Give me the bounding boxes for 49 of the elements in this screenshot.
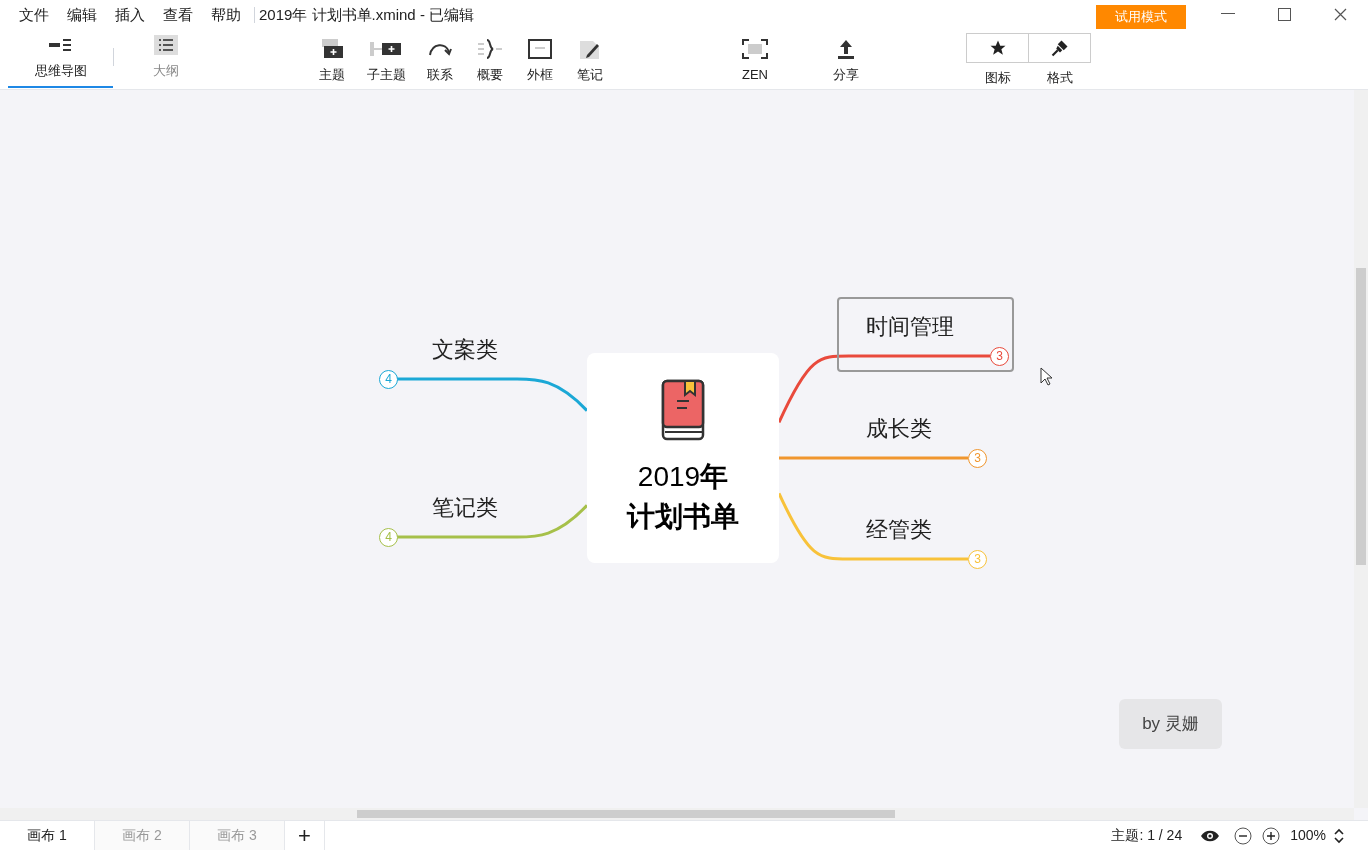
toolbar-button[interactable]: 主题 bbox=[314, 34, 350, 84]
zoom-in-icon[interactable] bbox=[1262, 826, 1281, 845]
format-panel-button[interactable] bbox=[1028, 33, 1091, 63]
topic-label[interactable]: 文案类 bbox=[432, 333, 498, 366]
eye-icon[interactable] bbox=[1200, 828, 1221, 843]
zoom-level[interactable]: 100% bbox=[1290, 825, 1326, 846]
up-down-arrows-icon[interactable] bbox=[1334, 827, 1344, 844]
add-sheet-button[interactable]: + bbox=[285, 820, 325, 850]
menu-item[interactable]: 文件 bbox=[10, 3, 58, 27]
list-icon bbox=[153, 35, 178, 56]
central-topic[interactable]: 2019年 计划书单 bbox=[587, 353, 779, 563]
brace-icon bbox=[477, 37, 503, 60]
toolbar-button[interactable]: 联系 bbox=[422, 34, 458, 84]
collapse-count-badge[interactable]: 3 bbox=[990, 347, 1009, 366]
menu-item[interactable]: 查看 bbox=[154, 3, 202, 27]
zoom-out-icon[interactable] bbox=[1234, 826, 1253, 845]
menu-item[interactable]: 编辑 bbox=[58, 3, 106, 27]
topic-count: 主题: 1 / 24 bbox=[1111, 826, 1183, 845]
frame-icon bbox=[527, 37, 553, 60]
topic-label[interactable]: 经管类 bbox=[866, 513, 932, 546]
scrollbar-thumb[interactable] bbox=[357, 810, 895, 818]
menu-item[interactable]: 帮助 bbox=[202, 3, 250, 27]
mouse-cursor-icon bbox=[1040, 367, 1054, 387]
view-tab[interactable]: 思维导图 bbox=[8, 30, 113, 88]
toolbar-button[interactable]: 分享 bbox=[825, 34, 867, 84]
star-icon bbox=[988, 39, 1007, 57]
topic-label[interactable]: 笔记类 bbox=[432, 491, 498, 524]
toolbar-button[interactable]: ZEN bbox=[734, 34, 776, 84]
toolbar-button[interactable]: 笔记 bbox=[572, 34, 608, 84]
signature-label: by 灵姗 bbox=[1119, 699, 1222, 749]
mind-map-icon bbox=[47, 38, 74, 53]
book-icon bbox=[661, 379, 705, 441]
icon-panel-button[interactable] bbox=[966, 33, 1029, 63]
add-topic-icon bbox=[319, 37, 345, 60]
toolbar-label: 图标 bbox=[983, 69, 1012, 87]
toolbar-button[interactable]: 外框 bbox=[522, 34, 558, 84]
view-tab[interactable]: 大纲 bbox=[113, 30, 218, 88]
toolbar-button[interactable]: 子主题 bbox=[362, 34, 410, 84]
topic-label[interactable]: 时间管理 bbox=[866, 310, 954, 343]
toolbar-label: 格式 bbox=[1045, 69, 1074, 87]
brush-icon bbox=[1050, 39, 1069, 57]
central-topic-title: 计划书单 bbox=[627, 500, 739, 534]
central-topic-title: 2019年 bbox=[637, 460, 729, 494]
window-title: 2019年 计划书单.xmind - 已编辑 bbox=[259, 4, 475, 25]
menu-item[interactable]: 插入 bbox=[106, 3, 154, 27]
toolbar-button[interactable]: 概要 bbox=[472, 34, 508, 84]
topic-label[interactable]: 成长类 bbox=[866, 412, 932, 445]
scrollbar-thumb[interactable] bbox=[1356, 268, 1366, 565]
fullscreen-icon bbox=[742, 38, 768, 59]
